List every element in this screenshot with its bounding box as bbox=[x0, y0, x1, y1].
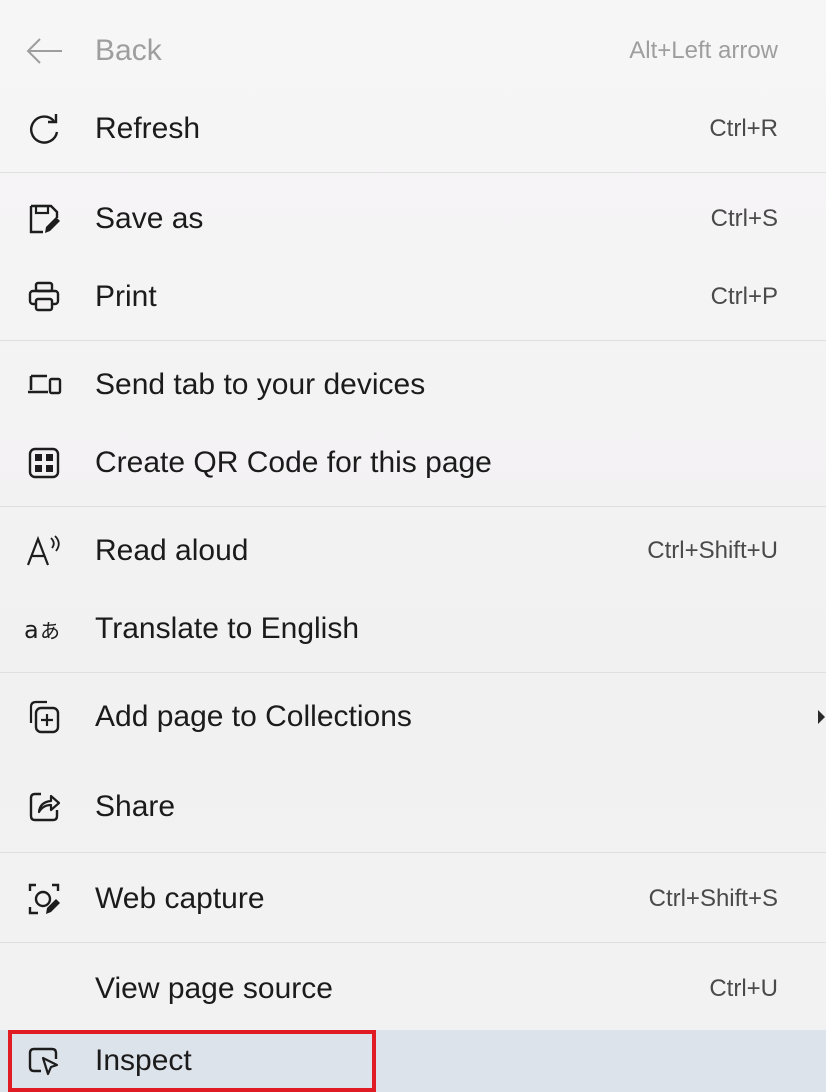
collections-icon bbox=[22, 695, 66, 739]
menu-item-label: Refresh bbox=[95, 112, 201, 145]
context-menu: Back Alt+Left arrow Refresh Ctrl+R Save … bbox=[0, 0, 826, 1092]
svg-text:a: a bbox=[24, 616, 39, 644]
menu-item-label: Read aloud bbox=[95, 534, 249, 567]
share-icon bbox=[22, 785, 66, 829]
menu-item-label: Back bbox=[95, 34, 162, 67]
menu-separator bbox=[0, 852, 826, 853]
menu-item-shortcut: Alt+Left arrow bbox=[629, 37, 778, 64]
menu-item-shortcut: Ctrl+Shift+S bbox=[648, 885, 778, 912]
menu-item-label: Save as bbox=[95, 202, 204, 235]
menu-item-label: Add page to Collections bbox=[95, 700, 412, 733]
menu-item-label: Translate to English bbox=[95, 612, 360, 645]
inspect-icon bbox=[22, 1039, 66, 1083]
menu-item-label: Create QR Code for this page bbox=[95, 446, 492, 479]
devices-icon bbox=[22, 363, 66, 407]
menu-item-label: Web capture bbox=[95, 882, 265, 915]
menu-item-inspect[interactable]: Inspect bbox=[0, 1030, 826, 1092]
qr-code-icon bbox=[22, 441, 66, 485]
menu-item-shortcut: Ctrl+S bbox=[710, 205, 778, 232]
menu-separator bbox=[0, 172, 826, 173]
menu-item-collections[interactable]: Add page to Collections bbox=[0, 678, 826, 756]
menu-item-label: Share bbox=[95, 790, 176, 823]
menu-item-qr-code[interactable]: Create QR Code for this page bbox=[0, 424, 826, 502]
menu-item-label: View page source bbox=[95, 972, 333, 1005]
menu-separator bbox=[0, 506, 826, 507]
menu-item-shortcut: Ctrl+P bbox=[710, 283, 778, 310]
save-as-icon bbox=[22, 197, 66, 241]
arrow-left-icon bbox=[22, 29, 66, 73]
translate-icon: aあ bbox=[22, 607, 66, 651]
printer-icon bbox=[22, 275, 66, 319]
menu-item-back[interactable]: Back Alt+Left arrow bbox=[0, 12, 826, 90]
menu-item-save-as[interactable]: Save as Ctrl+S bbox=[0, 180, 826, 258]
web-capture-icon bbox=[22, 877, 66, 921]
menu-item-label: Print bbox=[95, 280, 157, 313]
menu-separator bbox=[0, 672, 826, 673]
menu-item-translate[interactable]: aあ Translate to English bbox=[0, 590, 826, 668]
menu-item-print[interactable]: Print Ctrl+P bbox=[0, 258, 826, 336]
chevron-right-icon bbox=[816, 707, 826, 727]
menu-item-shortcut: Ctrl+R bbox=[709, 115, 778, 142]
menu-separator bbox=[0, 340, 826, 341]
menu-separator bbox=[0, 942, 826, 943]
menu-item-share[interactable]: Share bbox=[0, 768, 826, 846]
refresh-icon bbox=[22, 107, 66, 151]
menu-item-label: Inspect bbox=[95, 1044, 192, 1077]
menu-item-web-capture[interactable]: Web capture Ctrl+Shift+S bbox=[0, 860, 826, 938]
menu-item-view-source[interactable]: View page source Ctrl+U bbox=[0, 950, 826, 1028]
menu-item-shortcut: Ctrl+Shift+U bbox=[647, 537, 778, 564]
menu-item-label: Send tab to your devices bbox=[95, 368, 426, 401]
menu-item-refresh[interactable]: Refresh Ctrl+R bbox=[0, 90, 826, 168]
read-aloud-icon bbox=[22, 529, 66, 573]
menu-item-shortcut: Ctrl+U bbox=[709, 975, 778, 1002]
svg-text:あ: あ bbox=[40, 619, 60, 643]
menu-item-read-aloud[interactable]: Read aloud Ctrl+Shift+U bbox=[0, 512, 826, 590]
menu-item-send-tab[interactable]: Send tab to your devices bbox=[0, 346, 826, 424]
